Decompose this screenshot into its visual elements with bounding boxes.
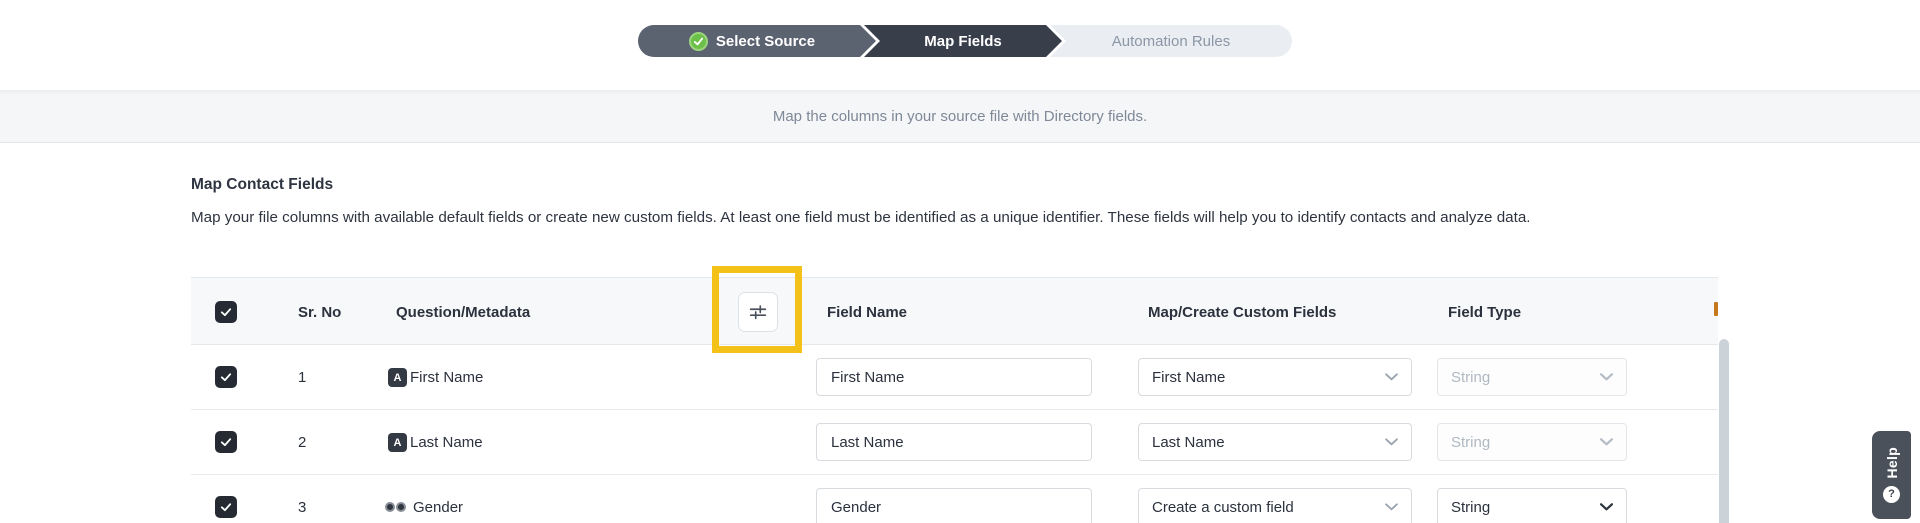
- letter-a-icon: A: [388, 368, 407, 387]
- header-map-create-custom-fields: Map/Create Custom Fields: [1148, 278, 1336, 346]
- select-all-checkbox[interactable]: [215, 301, 237, 323]
- field-type-value: String: [1451, 499, 1490, 516]
- sliders-icon: [747, 301, 769, 323]
- wizard-step-automation-rules[interactable]: Automation Rules: [1050, 25, 1292, 57]
- map-field-value: Create a custom field: [1152, 499, 1294, 516]
- field-type-dropdown[interactable]: String: [1437, 488, 1627, 523]
- field-type-dropdown[interactable]: String: [1437, 358, 1627, 396]
- row-checkbox[interactable]: [215, 366, 237, 388]
- wizard-step-label: Select Source: [716, 33, 815, 50]
- field-name-input[interactable]: [816, 358, 1092, 396]
- column-settings-button[interactable]: [738, 292, 778, 332]
- field-name-input[interactable]: [816, 423, 1092, 461]
- chevron-down-icon: [1385, 438, 1398, 446]
- map-field-value: Last Name: [1152, 434, 1225, 451]
- field-name-input[interactable]: [816, 488, 1092, 523]
- map-field-dropdown[interactable]: Last Name: [1138, 423, 1412, 461]
- field-type-value: String: [1451, 434, 1490, 451]
- help-tab-label: Help: [1884, 447, 1900, 479]
- chevron-down-icon: [1600, 438, 1613, 446]
- chevron-down-icon: [1385, 373, 1398, 381]
- row-question-label: Last Name: [410, 410, 483, 475]
- map-field-dropdown[interactable]: First Name: [1138, 358, 1412, 396]
- row-sr-no: 1: [298, 345, 306, 410]
- wizard-breadcrumb: Select Source Map Fields Automation Rule…: [638, 25, 1292, 57]
- section-title: Map Contact Fields: [191, 176, 333, 194]
- checkmark-icon: [219, 370, 233, 384]
- field-type-dropdown[interactable]: String: [1437, 423, 1627, 461]
- header-field-type: Field Type: [1448, 278, 1521, 346]
- table-row: 3 A Gender Create a custom field String: [191, 475, 1718, 523]
- chevron-down-icon: [1600, 503, 1613, 511]
- row-checkbox[interactable]: [215, 496, 237, 518]
- map-field-value: First Name: [1152, 369, 1225, 386]
- header-field-name: Field Name: [827, 278, 907, 346]
- wizard-step-label: Map Fields: [924, 33, 1002, 50]
- row-sr-no: 3: [298, 475, 306, 523]
- table-row: 1 A First Name First Name String: [191, 345, 1718, 410]
- row-question-label: Gender: [413, 475, 463, 523]
- row-question-label: First Name: [410, 345, 483, 410]
- chevron-down-icon: [1600, 373, 1613, 381]
- question-circle-icon: ?: [1883, 486, 1900, 503]
- header-question-metadata: Question/Metadata: [396, 278, 530, 346]
- letter-a-icon: A: [388, 433, 407, 452]
- help-tab[interactable]: Help ?: [1872, 431, 1911, 519]
- checkmark-icon: [219, 435, 233, 449]
- header-sr-no: Sr. No: [298, 278, 341, 346]
- checkmark-icon: [219, 500, 233, 514]
- vertical-scrollbar-thumb[interactable]: [1719, 339, 1729, 523]
- subheader-text: Map the columns in your source file with…: [773, 108, 1147, 125]
- field-type-value: String: [1451, 369, 1490, 386]
- subheader-band: Map the columns in your source file with…: [0, 90, 1920, 143]
- table-body: 1 A First Name First Name String 2 A Las…: [191, 345, 1718, 523]
- radio-dots-icon: [385, 502, 406, 512]
- wizard-step-label: Automation Rules: [1112, 33, 1230, 50]
- field-mapping-table: Sr. No Question/Metadata Field Name Map/…: [191, 277, 1718, 523]
- wizard-step-map-fields[interactable]: Map Fields: [864, 25, 1062, 57]
- row-sr-no: 2: [298, 410, 306, 475]
- checkmark-icon: [219, 305, 233, 319]
- row-checkbox[interactable]: [215, 431, 237, 453]
- map-field-dropdown[interactable]: Create a custom field: [1138, 488, 1412, 523]
- chevron-down-icon: [1385, 503, 1398, 511]
- wizard-header: Select Source Map Fields Automation Rule…: [0, 0, 1920, 90]
- section-description: Map your file columns with available def…: [191, 209, 1736, 226]
- table-header-row: Sr. No Question/Metadata Field Name Map/…: [191, 277, 1718, 345]
- table-row: 2 A Last Name Last Name String: [191, 410, 1718, 475]
- wizard-step-select-source[interactable]: Select Source: [638, 25, 876, 57]
- check-circle-icon: [689, 32, 708, 51]
- map-fields-page: Select Source Map Fields Automation Rule…: [0, 0, 1920, 523]
- truncated-column-marker: [1714, 302, 1718, 316]
